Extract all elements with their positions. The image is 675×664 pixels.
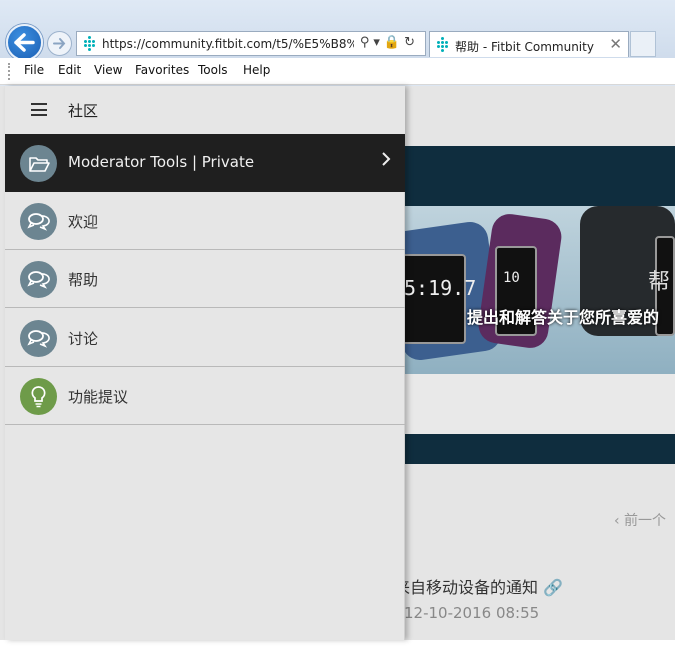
address-bar-icons[interactable]: ⚲▾🔒↻ xyxy=(360,35,419,50)
tab-title: 帮助 - Fitbit Community xyxy=(455,40,594,54)
url-text[interactable]: https://community.fitbit.com/t5/%E5%B8%A… xyxy=(102,37,354,51)
arrow-left-icon xyxy=(14,33,35,52)
drawer-item-label: 帮助 xyxy=(68,271,99,289)
drawer-item-welcome[interactable]: 欢迎 xyxy=(5,192,405,250)
hero-search-area xyxy=(405,374,675,434)
browser-window: https://community.fitbit.com/t5/%E5%B8%A… xyxy=(0,0,675,664)
page-footer-area xyxy=(0,640,675,664)
tab-fitbit-community[interactable]: 帮助 - Fitbit Community ✕ xyxy=(429,31,629,57)
browser-chrome: https://community.fitbit.com/t5/%E5%B8%A… xyxy=(0,0,675,86)
tab-favicon-icon xyxy=(435,37,451,53)
menu-tools[interactable]: Tools xyxy=(198,63,228,77)
drawer-item-label: 功能提议 xyxy=(68,388,129,406)
navigation-drawer: 社区 Moderator Tools | Private 欢迎 帮助 讨论 功能… xyxy=(5,86,405,640)
chat-icon xyxy=(20,320,57,357)
drawer-item-discussion[interactable]: 讨论 xyxy=(5,309,405,367)
menu-view[interactable]: View xyxy=(94,63,122,77)
menu-grip xyxy=(8,63,11,80)
menu-help[interactable]: Help xyxy=(243,63,270,77)
drawer-title: 社区 xyxy=(68,102,99,120)
post-date: 12-10-2016 08:55 xyxy=(404,604,540,622)
arrow-right-icon xyxy=(53,38,66,49)
menu-edit[interactable]: Edit xyxy=(58,63,81,77)
drawer-item-label: 欢迎 xyxy=(68,213,99,231)
tab-close-icon[interactable]: ✕ xyxy=(609,35,622,53)
drawer-item-label: 讨论 xyxy=(68,330,99,348)
chevron-right-icon xyxy=(381,151,391,170)
hamburger-menu-icon[interactable] xyxy=(31,103,47,116)
hero-heading: 帮 xyxy=(648,270,671,295)
tracker-screen: 5:19.7 xyxy=(400,254,476,344)
chat-icon xyxy=(20,203,57,240)
folder-icon xyxy=(20,145,57,182)
drawer-item-label: Moderator Tools | Private xyxy=(68,153,255,171)
drawer-header: 社区 xyxy=(5,86,405,134)
back-button[interactable] xyxy=(6,24,43,61)
post-title[interactable]: 来自移动设备的通知 🔗 xyxy=(394,574,563,598)
drawer-item-help[interactable]: 帮助 xyxy=(5,250,405,308)
fitbit-favicon-icon xyxy=(82,36,98,52)
drawer-item-feature-ideas[interactable]: 功能提议 xyxy=(5,367,405,425)
menu-file[interactable]: File xyxy=(24,63,44,77)
new-tab-button[interactable] xyxy=(630,31,656,57)
address-bar[interactable]: https://community.fitbit.com/t5/%E5%B8%A… xyxy=(76,31,426,56)
chat-icon xyxy=(20,261,57,298)
previous-link[interactable]: ‹ 前一个 xyxy=(614,510,666,530)
drawer-item-moderator-tools[interactable]: Moderator Tools | Private xyxy=(5,134,405,192)
hero-subtitle: 提出和解答关于您所喜爱的 xyxy=(467,308,660,327)
forward-button[interactable] xyxy=(47,31,72,56)
menu-favorites[interactable]: Favorites xyxy=(135,63,189,77)
lightbulb-icon xyxy=(20,378,57,415)
menu-bar: File Edit View Favorites Tools Help xyxy=(0,58,675,85)
